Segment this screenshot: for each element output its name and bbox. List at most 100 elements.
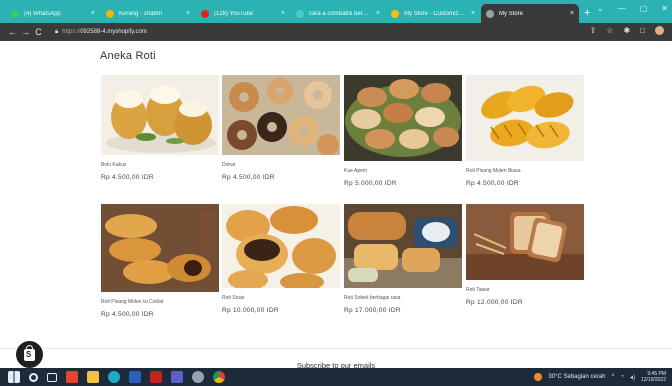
store-page: Aneka Roti Bolu Kukus Rp 4.500,00 IDR Do…	[0, 41, 672, 370]
close-window-button[interactable]: ✕	[661, 4, 668, 13]
minimize-button[interactable]: —	[618, 4, 626, 13]
weather-icon[interactable]	[534, 373, 543, 381]
product-card[interactable]: Kue Apem Rp 5.000,00 IDR	[344, 75, 462, 187]
task-view-icon[interactable]	[47, 372, 57, 382]
clock[interactable]: 9:45 PM 12/19/2022	[641, 371, 666, 383]
tab-title: (4) WhatsApp	[24, 10, 61, 17]
url-field[interactable]: 🔒︎ https:// 092589-4.myshopify.com	[55, 29, 147, 36]
profile-avatar[interactable]	[655, 26, 664, 35]
new-tab-button[interactable]: +	[584, 7, 590, 19]
product-price: Rp 4.500,00 IDR	[101, 311, 154, 318]
acrobat-icon[interactable]	[150, 371, 162, 383]
tab-title: Kerang - shabrn	[119, 10, 163, 17]
lock-icon: 🔒︎	[55, 28, 59, 35]
reload-button[interactable]: C	[32, 27, 45, 37]
office-icon[interactable]	[66, 371, 78, 383]
weather-text[interactable]: 30°C Sebagian cerah	[548, 374, 605, 380]
product-card[interactable]: Roti Tawar Rp 12.000,00 IDR	[466, 204, 584, 306]
window-controls: ⌄ — ▢ ✕	[597, 4, 668, 13]
product-name[interactable]: Roti Pisang Molen isi Coklat	[101, 299, 219, 305]
kue-apem-image[interactable]	[344, 75, 462, 161]
product-price: Rp 17.000,00 IDR	[344, 307, 401, 314]
close-tab-icon[interactable]: ×	[471, 10, 475, 17]
browser-tab[interactable]: My Store ×	[481, 4, 579, 23]
footer-divider	[0, 348, 672, 349]
product-price: Rp 5.000,00 IDR	[344, 180, 397, 187]
settings-icon[interactable]	[192, 371, 204, 383]
product-name[interactable]: Roti Tawar	[466, 287, 584, 293]
address-bar: ← → C 🔒︎ https:// 092589-4.myshopify.com…	[0, 23, 672, 41]
close-tab-icon[interactable]: ×	[376, 10, 380, 17]
edge-icon[interactable]	[108, 371, 120, 383]
maximize-button[interactable]: ▢	[640, 4, 648, 13]
roti-tawar-image[interactable]	[466, 204, 584, 280]
close-tab-icon[interactable]: ×	[281, 10, 285, 17]
roti-sobek-image[interactable]	[344, 204, 462, 288]
product-name[interactable]: Roti Sobek berbagai rasa	[344, 295, 462, 301]
product-price: Rp 10.000,00 IDR	[222, 307, 279, 314]
clock-date: 12/19/2022	[640, 377, 666, 383]
share-icon[interactable]: ⇪	[590, 26, 597, 35]
network-icon[interactable]: ◔	[620, 374, 624, 380]
browser-tab[interactable]: Kerang - shabrn ×	[101, 4, 195, 23]
browser-toolbar: ⇪ ☆ ✱ □	[590, 26, 664, 35]
product-card[interactable]: Donat Rp 4.500,00 IDR	[222, 75, 340, 181]
windows-start-icon[interactable]	[8, 371, 20, 383]
product-card[interactable]: Roti Pisang Molen isi Coklat Rp 4.500,00…	[101, 204, 219, 318]
browser-tab[interactable]: (4) WhatsApp ×	[6, 4, 100, 23]
teams-icon[interactable]	[171, 371, 183, 383]
product-card[interactable]: Bolu Kukus Rp 4.500,00 IDR	[101, 75, 219, 181]
molen-coklat-image[interactable]	[101, 204, 219, 292]
back-button[interactable]: ←	[6, 27, 19, 37]
molen-image[interactable]	[466, 75, 584, 161]
tab-favicon-icon	[106, 9, 114, 18]
tab-favicon-icon	[486, 9, 494, 18]
tab-favicon-icon	[201, 9, 209, 18]
forward-button[interactable]: →	[19, 27, 32, 37]
windows-taskbar: 30°C Sebagian cerah ^ ◔ ◂) 9:45 PM 12/19…	[0, 368, 672, 386]
side-panel-icon[interactable]: □	[640, 26, 645, 35]
tab-title: My Store	[499, 10, 524, 17]
close-tab-icon[interactable]: ×	[570, 10, 574, 17]
url-host: 092589-4.myshopify.com	[80, 29, 147, 35]
tab-favicon-icon	[11, 9, 19, 18]
url-protocol: https://	[62, 29, 81, 35]
browser-tab[interactable]: (128) YouTube ×	[196, 4, 290, 23]
bookmark-star-icon[interactable]: ☆	[606, 26, 613, 35]
product-price: Rp 4.500,00 IDR	[466, 180, 519, 187]
browser-tab-strip: (4) WhatsApp × Kerang - shabrn × (128) YouTu…	[0, 0, 672, 23]
tab-search-icon[interactable]: ⌄	[597, 4, 604, 13]
system-tray: 30°C Sebagian cerah ^ ◔ ◂) 9:45 PM 12/19…	[534, 371, 666, 383]
tab-list: (4) WhatsApp × Kerang - shabrn × (128) YouTu…	[6, 4, 580, 23]
close-tab-icon[interactable]: ×	[186, 10, 190, 17]
extensions-icon[interactable]: ✱	[623, 26, 630, 35]
browser-tab[interactable]: My Store · Customize Sto ×	[386, 4, 480, 23]
product-name[interactable]: Roti Sosis	[222, 295, 340, 301]
product-name[interactable]: Donat	[222, 162, 340, 168]
tray-chevron-icon[interactable]: ^	[612, 374, 615, 380]
product-card[interactable]: Roti Pisang Molen Biasa Rp 4.500,00 IDR	[466, 75, 584, 187]
volume-icon[interactable]: ◂)	[630, 374, 635, 381]
product-card[interactable]: Roti Sosis Rp 10.000,00 IDR	[222, 204, 340, 314]
tab-title: cara a combatre berbage	[309, 10, 372, 17]
tab-title: (128) YouTube	[214, 10, 254, 17]
product-name[interactable]: Roti Pisang Molen Biasa	[466, 168, 584, 174]
close-tab-icon[interactable]: ×	[91, 10, 95, 17]
product-price: Rp 4.500,00 IDR	[222, 174, 275, 181]
product-name[interactable]: Bolu Kukus	[101, 162, 219, 168]
donut-image[interactable]	[222, 75, 340, 155]
word-icon[interactable]	[129, 371, 141, 383]
product-name[interactable]: Kue Apem	[344, 168, 462, 174]
product-card[interactable]: Roti Sobek berbagai rasa Rp 17.000,00 ID…	[344, 204, 462, 314]
product-price: Rp 12.000,00 IDR	[466, 299, 523, 306]
browser-tab[interactable]: cara a combatre berbage ×	[291, 4, 385, 23]
search-icon[interactable]	[29, 372, 38, 382]
tab-title: My Store · Customize Sto	[404, 10, 467, 17]
chrome-icon[interactable]	[213, 371, 225, 383]
roti-sosis-image[interactable]	[222, 204, 340, 288]
bolu-kukus-image[interactable]	[101, 75, 219, 155]
file-explorer-icon[interactable]	[87, 371, 99, 383]
collection-title: Aneka Roti	[100, 50, 156, 62]
tab-favicon-icon	[296, 9, 304, 18]
product-price: Rp 4.500,00 IDR	[101, 174, 154, 181]
